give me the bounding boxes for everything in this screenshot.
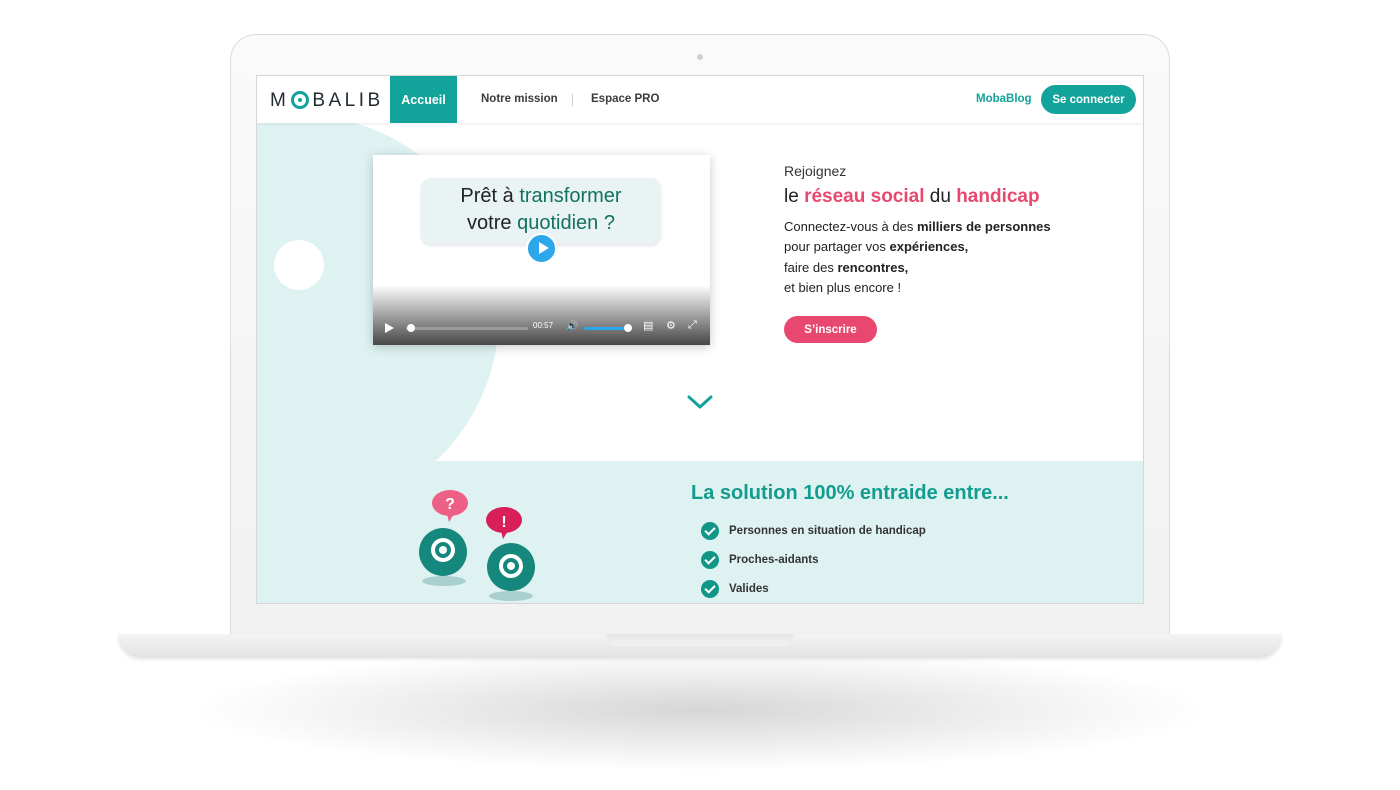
nav-separator <box>572 94 573 106</box>
settings-icon[interactable]: ⚙ <box>666 319 676 332</box>
solution-item-label: Proches-aidants <box>729 554 819 566</box>
mascots-illustration: ? ! <box>419 490 535 601</box>
video-text: Prêt à <box>460 185 520 207</box>
login-button[interactable]: Se connecter <box>1041 85 1136 114</box>
solution-title: La solution 100% entraide entre... <box>691 482 1009 504</box>
subtitles-icon[interactable]: ▤ <box>643 319 653 332</box>
check-icon <box>701 551 719 569</box>
video-player[interactable]: Prêt à transformer votre quotidien ? 00:… <box>373 155 710 345</box>
solution-item: Valides <box>701 580 769 598</box>
laptop-shadow <box>200 650 1200 770</box>
logo-text: M <box>270 90 290 111</box>
video-controls-gradient <box>373 285 710 345</box>
video-time: 00:57 <box>533 321 554 330</box>
check-icon <box>701 522 719 540</box>
nav-item-espace-pro[interactable]: Espace PRO <box>591 93 659 105</box>
hero-kicker: Rejoignez <box>784 163 847 179</box>
volume-icon[interactable]: 🔊 <box>566 321 578 332</box>
nav-item-notre-mission[interactable]: Notre mission <box>481 93 558 105</box>
play-icon[interactable] <box>385 323 394 333</box>
hero-headline: le réseau social du handicap <box>784 186 1040 207</box>
fullscreen-icon[interactable]: ⤢ <box>688 319 697 332</box>
nav-item-accueil[interactable]: Accueil <box>390 76 457 123</box>
video-progress-handle[interactable] <box>406 324 415 332</box>
chevron-down-icon[interactable] <box>686 394 714 410</box>
question-bubble-text: ? <box>445 496 455 513</box>
volume-handle[interactable] <box>624 324 632 332</box>
camera <box>697 54 703 60</box>
solution-item: Proches-aidants <box>701 551 818 569</box>
exclaim-bubble-text: ! <box>501 514 506 531</box>
nav-mobablog-link[interactable]: MobaBlog <box>976 93 1032 105</box>
video-progress-bar[interactable] <box>406 327 528 330</box>
video-text-highlight: quotidien ? <box>517 212 615 234</box>
volume-slider[interactable] <box>584 327 628 330</box>
check-icon <box>701 580 719 598</box>
solution-section: ? ! La solution 100% entraide entre... P… <box>257 461 1143 603</box>
video-big-play-icon[interactable] <box>526 233 557 264</box>
hero-section: Prêt à transformer votre quotidien ? 00:… <box>257 123 1143 461</box>
laptop-base <box>118 634 1282 658</box>
logo-eye-icon <box>291 91 310 109</box>
screen: M BALIB Accueil Notre mission Espace PRO … <box>256 75 1144 604</box>
mobalib-logo[interactable]: M BALIB <box>270 90 384 112</box>
signup-button[interactable]: S’inscrire <box>784 316 877 343</box>
solution-item-label: Personnes en situation de handicap <box>729 525 926 537</box>
solution-item: Personnes en situation de handicap <box>701 522 926 540</box>
hero-description: Connectez-vous à des milliers de personn… <box>784 219 1051 295</box>
laptop-notch <box>606 634 794 646</box>
logo-text-rest: BALIB <box>312 90 384 111</box>
solution-item-label: Valides <box>729 583 769 595</box>
video-text-highlight: transformer <box>519 185 622 207</box>
video-text: votre <box>467 212 518 234</box>
top-nav: M BALIB Accueil Notre mission Espace PRO … <box>257 76 1143 123</box>
